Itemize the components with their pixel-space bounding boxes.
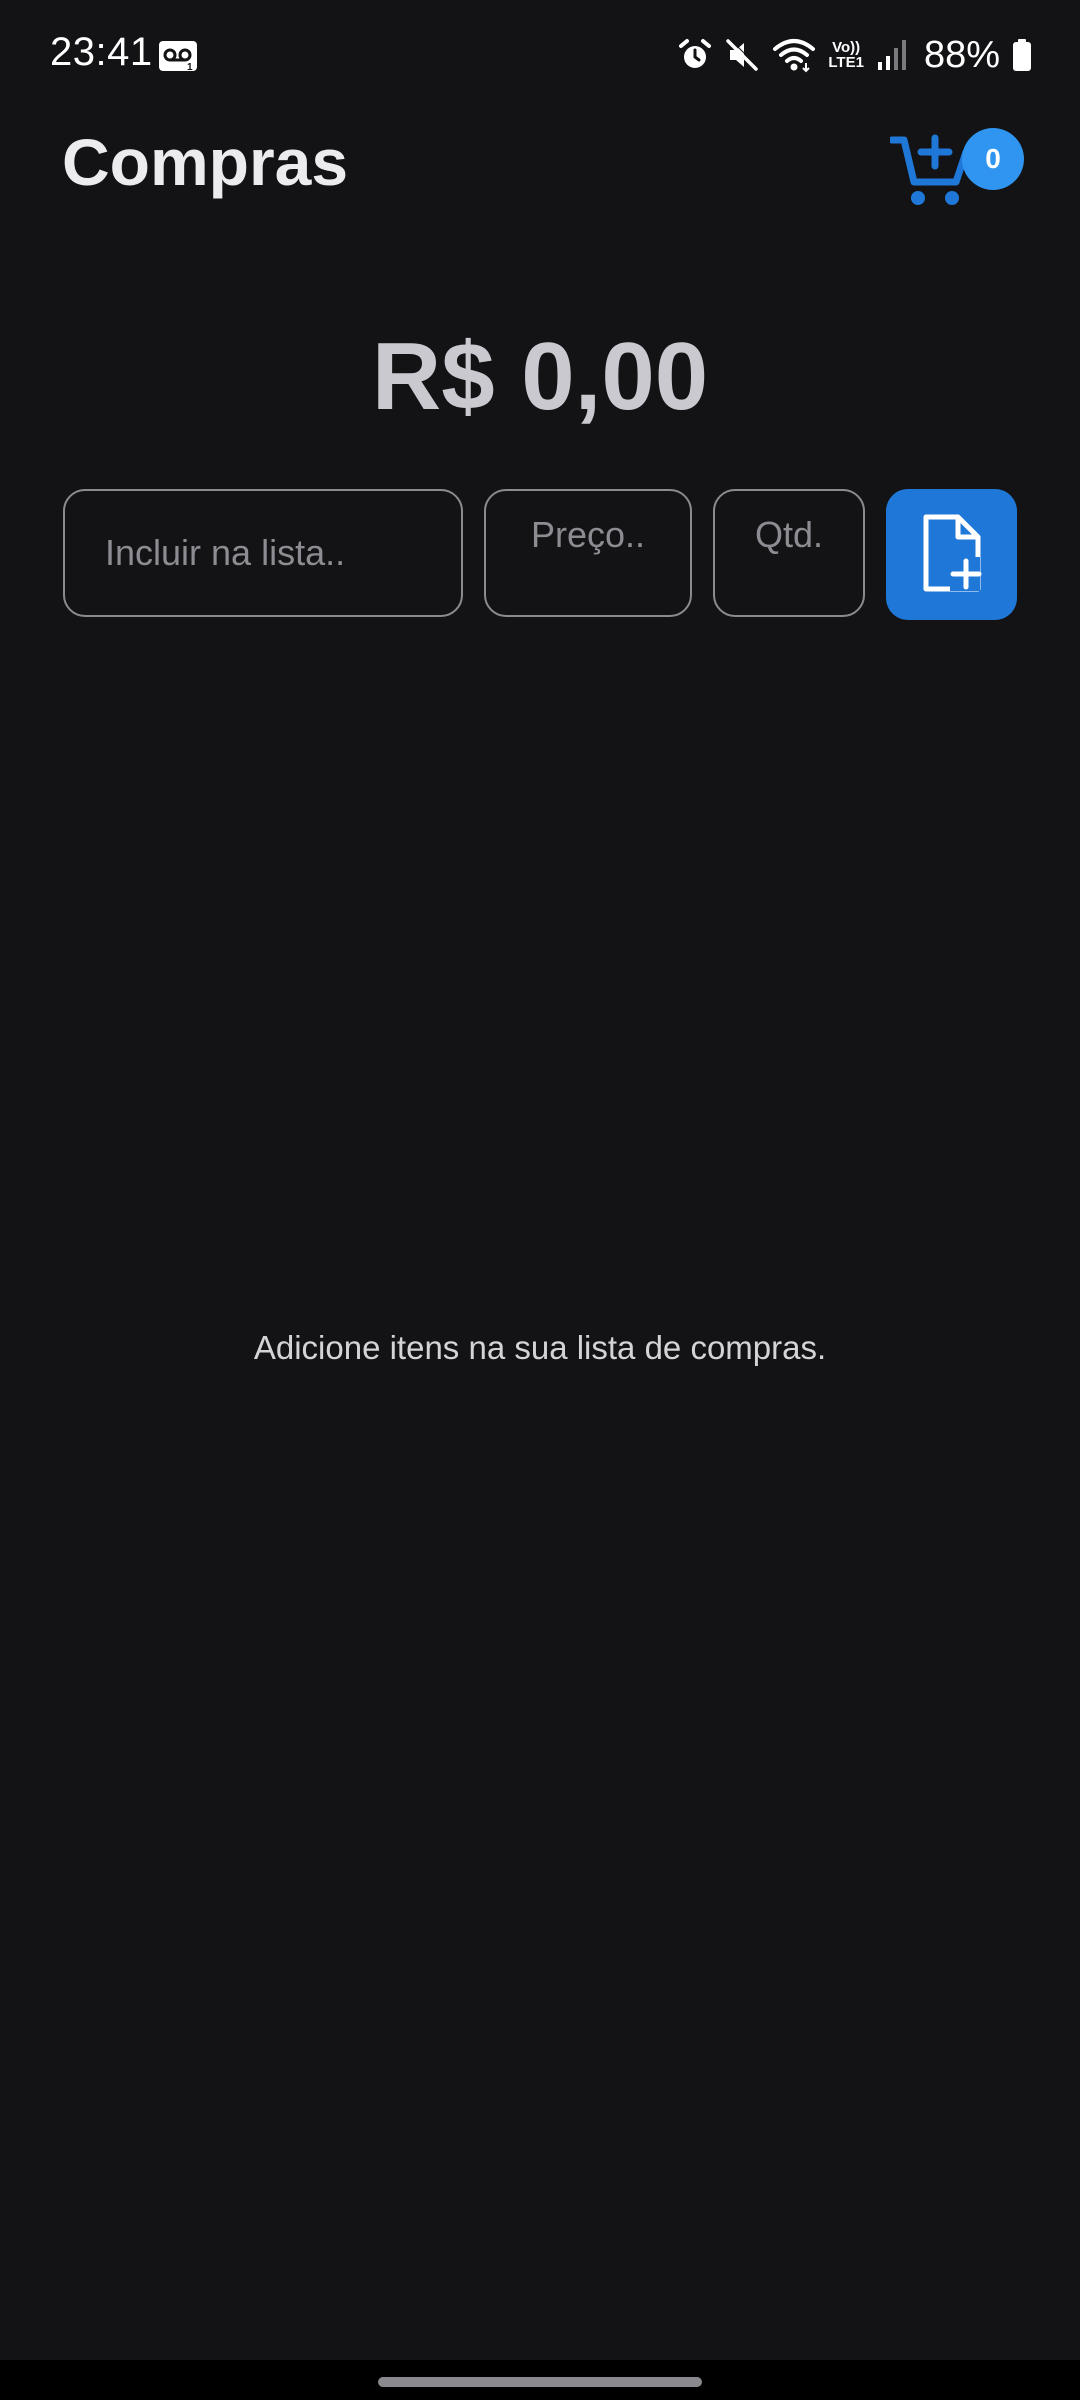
mute-icon (724, 37, 760, 73)
item-name-input[interactable] (63, 489, 463, 617)
navigation-bar (0, 2360, 1080, 2400)
cart-count-badge: 0 (962, 128, 1024, 190)
page-title: Compras (62, 125, 349, 199)
add-item-button[interactable] (886, 489, 1017, 620)
empty-list-message: Adicione itens na sua lista de compras. (253, 1329, 827, 1366)
price-input[interactable] (484, 489, 692, 617)
cart-plus-icon (888, 130, 974, 210)
total-amount: R$ 0,00 (371, 323, 709, 430)
volte-label: Vo)) (832, 39, 861, 56)
cart-button[interactable]: 0 (888, 124, 1030, 214)
battery-percent: 88% (923, 33, 1000, 76)
home-indicator[interactable] (378, 2377, 702, 2387)
alarm-icon (678, 38, 712, 72)
battery-icon (1012, 38, 1032, 72)
file-plus-icon (920, 513, 984, 596)
wifi-icon (772, 37, 816, 73)
volte-lte-icon: Vo)) LTE1 (828, 40, 864, 70)
voicemail-icon: 1 (158, 40, 198, 73)
lte-label: LTE1 (828, 54, 864, 71)
svg-text:1: 1 (187, 62, 193, 72)
status-icons: Vo)) LTE1 88% (678, 30, 1032, 80)
status-time: 23:41 (50, 30, 153, 74)
status-bar: 23:41 1 Vo)) LTE1 88% (0, 0, 1080, 110)
quantity-input[interactable] (713, 489, 865, 617)
signal-icon (876, 38, 908, 72)
